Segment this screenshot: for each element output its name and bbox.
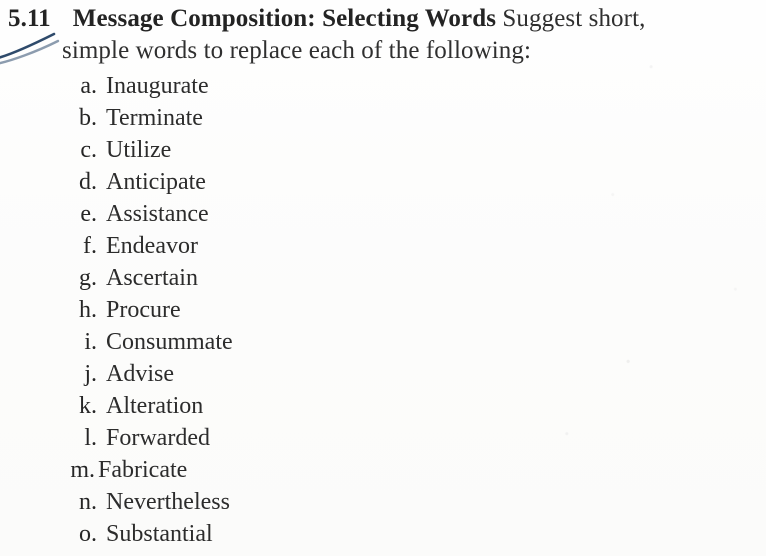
exercise-prompt-line-1: Suggest short,	[502, 5, 646, 32]
list-item-word: Ascertain	[106, 265, 198, 291]
list-item: n. Nevertheless	[0, 486, 420, 518]
list-item-word: Procure	[106, 297, 181, 323]
list-item-label: o.	[79, 521, 97, 547]
list-item: c. Utilize	[0, 134, 420, 166]
list-item: j. Advise	[0, 358, 420, 390]
list-item-word: Consummate	[106, 329, 233, 355]
list-item-word: Inaugurate	[106, 73, 209, 99]
list-item: a. Inaugurate	[0, 70, 420, 102]
list-item-label: f.	[83, 233, 97, 259]
list-item-label: c.	[80, 137, 97, 163]
list-item: d. Anticipate	[0, 166, 420, 198]
textbook-page: 5.11 Message Composition: Selecting Words…	[0, 0, 766, 556]
list-item-label: k.	[79, 393, 97, 419]
vocabulary-list: a. Inaugurate b. Terminate c. Utilize d.…	[0, 70, 420, 550]
list-item-label: i.	[84, 329, 97, 355]
list-item-word: Advise	[106, 361, 174, 387]
list-item-word: Endeavor	[106, 233, 198, 259]
list-item-label: l.	[84, 425, 97, 451]
list-item: h. Procure	[0, 294, 420, 326]
list-item-word: Assistance	[106, 201, 209, 227]
exercise-heading-line-1: 5.11 Message Composition: Selecting Words…	[8, 4, 645, 34]
list-item: l. Forwarded	[0, 422, 420, 454]
exercise-heading-line-2: simple words to replace each of the foll…	[62, 36, 531, 66]
list-item-word: Utilize	[106, 137, 172, 163]
list-item-word: Anticipate	[106, 169, 206, 195]
list-item-word: Fabricate	[98, 457, 188, 483]
list-item-word: Terminate	[106, 105, 203, 131]
list-item-label: a.	[80, 73, 97, 99]
list-item: b. Terminate	[0, 102, 420, 134]
list-item-label: e.	[80, 201, 97, 227]
list-item-word: Substantial	[106, 521, 213, 547]
exercise-prompt-line-2: simple words to replace each of the foll…	[62, 37, 532, 64]
list-item-label: j.	[84, 361, 97, 387]
list-item-label: d.	[79, 169, 97, 195]
list-item: m. Fabricate	[0, 454, 420, 486]
list-item-label: n.	[79, 489, 97, 515]
list-item: o. Substantial	[0, 518, 420, 550]
list-item-label: b.	[79, 105, 97, 131]
list-item-label: h.	[79, 297, 97, 323]
list-item-word: Nevertheless	[106, 489, 230, 515]
list-item: i. Consummate	[0, 326, 420, 358]
handwritten-ink-annotation	[0, 32, 60, 65]
list-item: k. Alteration	[0, 390, 420, 422]
list-item: f. Endeavor	[0, 230, 420, 262]
list-item-label: g.	[79, 265, 97, 291]
list-item: e. Assistance	[0, 198, 420, 230]
list-item-word: Forwarded	[106, 425, 210, 451]
list-item-word: Alteration	[106, 393, 204, 419]
list-item: g. Ascertain	[0, 262, 420, 294]
list-item-label: m.	[70, 457, 95, 483]
exercise-title: Message Composition: Selecting Words	[72, 5, 497, 32]
